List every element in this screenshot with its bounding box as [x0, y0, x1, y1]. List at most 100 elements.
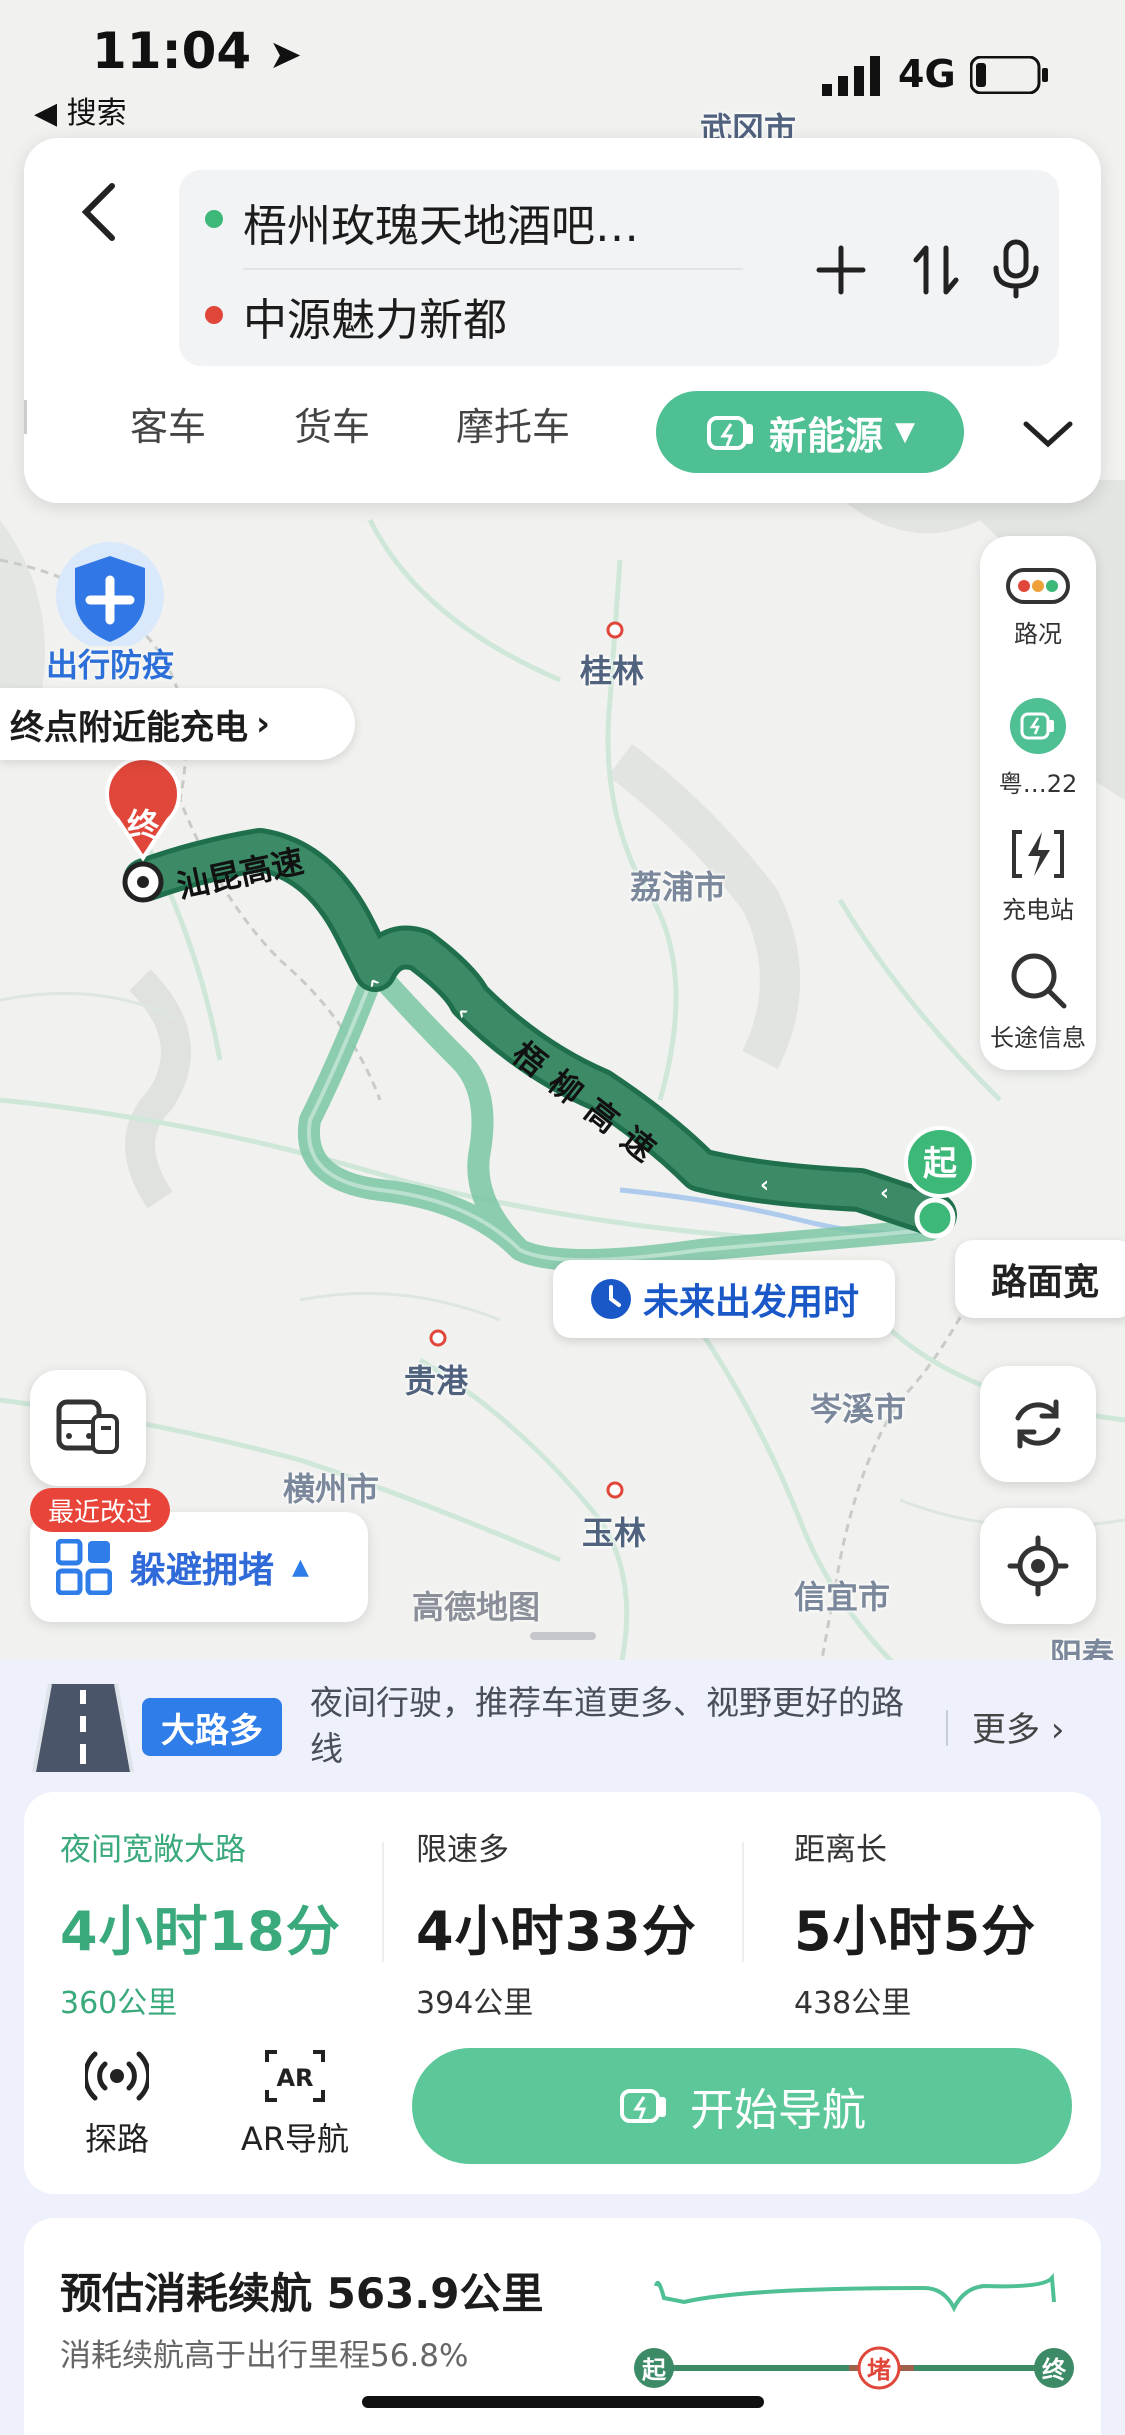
- future-departure-label: 未来出发用时: [642, 1282, 859, 1323]
- svg-text:‹: ‹: [760, 1173, 769, 1198]
- city-label: 岑溪市: [810, 1390, 907, 1428]
- banner-tag: 大路多: [142, 1698, 282, 1756]
- route-tag: 夜间宽敞大路: [60, 1832, 246, 1868]
- mode-tab-car-remnant: [24, 400, 34, 434]
- tab-motorcycle[interactable]: 摩托车: [456, 396, 570, 451]
- route-time: 4小时33分: [416, 1900, 697, 1963]
- location-arrow-icon: ➤: [268, 32, 303, 78]
- tab-coach[interactable]: 客车: [130, 396, 206, 451]
- bus-view-button[interactable]: [30, 1370, 146, 1486]
- ar-icon: AR: [265, 2050, 325, 2102]
- signal-icon: [822, 56, 888, 96]
- route-time: 5小时5分: [794, 1900, 1037, 1963]
- avoid-congestion-label: 躲避拥堵: [130, 1550, 275, 1591]
- refresh-icon: [1015, 1399, 1061, 1449]
- city-label: 桂林: [580, 652, 645, 690]
- voice-input-button[interactable]: [984, 236, 1048, 300]
- swap-icon: [913, 245, 959, 295]
- route-search-card: 梧州玫瑰天地酒吧… 中源魅力新都 客车 货车 摩托车 新能源 ▼: [24, 138, 1101, 503]
- svg-text:‹: ‹: [880, 1181, 889, 1206]
- city-label: 玉林: [582, 1514, 647, 1552]
- start-navigation-button[interactable]: 开始导航: [412, 2048, 1072, 2164]
- ev-car-icon: [706, 416, 753, 450]
- battery-icon: [969, 55, 1050, 95]
- range-elevation-graph: 起 堵 终: [634, 2272, 1074, 2390]
- route-option-3[interactable]: 距离长 5小时5分 438公里: [794, 1824, 1036, 2022]
- locate-button[interactable]: [980, 1508, 1096, 1624]
- svg-text:堵: 堵: [867, 2356, 891, 2384]
- chevron-left-icon: [81, 183, 115, 241]
- svg-text:起: 起: [923, 1144, 958, 1184]
- start-navigation-label: 开始导航: [690, 2085, 866, 2136]
- charging-station-button[interactable]: 充电站: [980, 826, 1096, 925]
- long-trip-info-button[interactable]: 长途信息: [980, 950, 1096, 1053]
- route-time: 4小时18分: [60, 1900, 341, 1963]
- chevron-right-icon: ›: [256, 704, 271, 744]
- city-label: 横州市: [283, 1470, 380, 1508]
- status-time: 11:04 ➤: [92, 22, 303, 80]
- home-indicator[interactable]: [362, 2396, 764, 2408]
- map-logo: 高德地图: [412, 1588, 541, 1626]
- explore-road-label: 探路: [84, 2120, 149, 2158]
- destination-input[interactable]: 中源魅力新都: [243, 284, 507, 348]
- long-trip-label: 长途信息: [990, 1024, 1086, 1052]
- svg-text:AR: AR: [276, 2064, 313, 2092]
- vehicle-button[interactable]: 粤…22: [980, 696, 1096, 799]
- back-button[interactable]: [60, 172, 140, 252]
- search-icon: [1011, 953, 1067, 1009]
- future-departure-bubble[interactable]: 未来出发用时: [553, 1260, 895, 1338]
- locate-icon: [1007, 1535, 1069, 1597]
- range-end-marker: 终: [1034, 2348, 1074, 2388]
- highway-road-icon: [30, 1680, 136, 1776]
- route-tag: 距离长: [794, 1832, 887, 1868]
- origin-input[interactable]: 梧州玫瑰天地酒吧…: [243, 190, 639, 254]
- route-distance: 360公里: [60, 1986, 178, 2021]
- route-divider: [382, 1842, 384, 1962]
- epidemic-badge[interactable]: 出行防疫: [30, 536, 190, 686]
- tab-truck[interactable]: 货车: [294, 396, 370, 451]
- ar-navigation-button[interactable]: AR AR导航: [240, 2048, 350, 2160]
- nearby-charging-bubble[interactable]: 终点附近能充电 ›: [0, 688, 355, 760]
- route-tag: 限速多: [416, 1832, 509, 1868]
- city-label: 贵港: [404, 1362, 469, 1400]
- city-label: 信宜市: [794, 1578, 891, 1616]
- route-option-1[interactable]: 夜间宽敞大路 4小时18分 360公里: [60, 1824, 341, 2022]
- route-distance: 394公里: [416, 1986, 534, 2021]
- map-toolbar: 路况 粤…22 充电站 长途信息: [980, 536, 1096, 1070]
- status-back-link[interactable]: ◀ 搜索: [34, 88, 127, 132]
- explore-road-button[interactable]: 探路: [62, 2048, 172, 2160]
- add-waypoint-button[interactable]: [809, 238, 873, 302]
- epidemic-label: 出行防疫: [45, 646, 174, 684]
- plus-icon: [816, 245, 866, 295]
- route-option-2[interactable]: 限速多 4小时33分 394公里: [416, 1824, 697, 2022]
- banner-more-link[interactable]: 更多 ›: [972, 1702, 1064, 1751]
- range-jam-marker: 堵: [857, 2346, 901, 2390]
- road-width-bubble[interactable]: 路面宽: [955, 1240, 1125, 1318]
- expand-modes-button[interactable]: [1018, 408, 1078, 458]
- chevron-down-icon: [1023, 421, 1073, 448]
- route-divider: [243, 268, 743, 270]
- range-subtitle: 消耗续航高于出行里程56.8%: [60, 2338, 469, 2374]
- swap-route-button[interactable]: [904, 238, 968, 302]
- ar-navigation-label: AR导航: [240, 2120, 350, 2158]
- route-distance: 438公里: [794, 1986, 912, 2021]
- charging-station-label: 充电站: [1002, 896, 1074, 924]
- banner-text: 夜间行驶，推荐车道更多、视野更好的路线: [310, 1683, 904, 1768]
- refresh-route-button[interactable]: [980, 1366, 1096, 1482]
- range-title: 预估消耗续航 563.9公里: [60, 2269, 544, 2318]
- recently-changed-badge: 最近改过: [30, 1488, 171, 1532]
- microphone-icon: [993, 239, 1039, 299]
- traffic-button[interactable]: 路况: [980, 566, 1096, 649]
- svg-text:起: 起: [641, 2356, 667, 2384]
- tab-new-energy[interactable]: 新能源 ▼: [656, 391, 964, 473]
- chevron-right-icon: ›: [1050, 1710, 1065, 1750]
- svg-text:终: 终: [1042, 2356, 1067, 2384]
- nearby-charging-label: 终点附近能充电: [10, 707, 248, 748]
- ev-car-icon: [620, 2089, 666, 2123]
- ev-vehicle-icon: [1010, 698, 1066, 754]
- traffic-light-icon: [1006, 568, 1070, 604]
- sheet-drag-handle[interactable]: [530, 1632, 596, 1640]
- range-start-marker: 起: [634, 2348, 674, 2388]
- tab-new-energy-label: 新能源: [768, 413, 883, 458]
- lightning-icon: [1012, 830, 1064, 878]
